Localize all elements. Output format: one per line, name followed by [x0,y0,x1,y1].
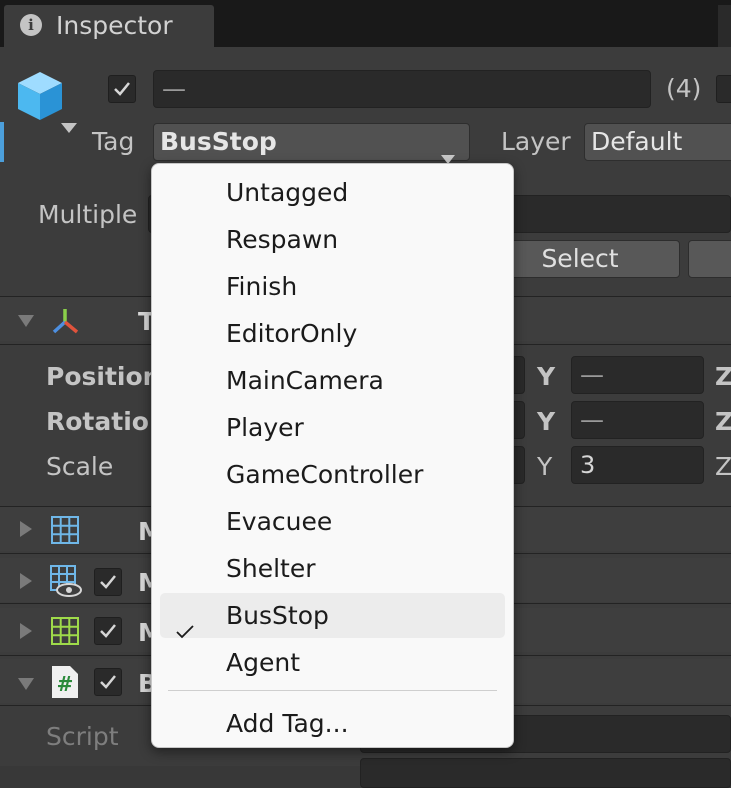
position-z-label[interactable]: Z [715,362,731,391]
tag-menu-item-gamecontroller[interactable]: GameController [160,452,505,497]
svg-text:#: # [57,672,74,696]
tag-menu-add-tag[interactable]: Add Tag... [160,701,505,746]
rotation-y-input[interactable]: — [571,401,704,439]
select-button-label: Select [541,244,619,273]
mesh-renderer-enabled-checkbox[interactable] [94,568,122,596]
scale-z-label[interactable]: Z [715,452,731,481]
rotation-z-label[interactable]: Z [715,407,731,436]
csharp-script-icon: # [52,666,78,702]
tag-menu-item-player[interactable]: Player [160,405,505,450]
transform-expand-icon[interactable] [18,315,34,327]
tag-menu-item-label: EditorOnly [226,319,358,348]
tag-menu-item-label: GameController [226,460,424,489]
tag-label: Tag [92,127,135,156]
tag-menu-item-label: MainCamera [226,366,384,395]
tag-menu-item-label: Shelter [226,554,316,583]
rotation-y-label[interactable]: Y [537,407,555,436]
layer-dropdown[interactable]: Default [584,123,731,161]
tag-dropdown[interactable]: BusStop [153,123,470,164]
multiple-label: Multiple [38,200,138,229]
script-enabled-checkbox[interactable] [94,668,122,696]
add-tag-label: Add Tag... [226,709,349,738]
window-menu-tab[interactable] [718,5,731,47]
tag-menu-item-respawn[interactable]: Respawn [160,217,505,262]
selection-accent-bar [0,122,4,162]
tag-menu-separator [168,690,497,691]
tag-menu-item-maincamera[interactable]: MainCamera [160,358,505,403]
mesh-grid-icon [50,515,80,549]
mesh-collider-enabled-checkbox[interactable] [94,617,122,645]
transform-axes-icon [50,306,80,340]
tag-menu-item-label: Evacuee [226,507,333,536]
info-icon: i [20,14,42,36]
position-y-input[interactable]: — [571,356,704,394]
tag-menu-item-evacuee[interactable]: Evacuee [160,499,505,544]
mesh-renderer-expand-icon[interactable] [20,573,32,589]
mesh-collider-grid-icon [50,616,80,650]
rotation-y-value: — [580,406,604,434]
tag-menu-item-label: BusStop [226,601,329,630]
tag-menu-item-agent[interactable]: Agent [160,640,505,685]
layer-dropdown-value: Default [591,127,683,156]
icon-dropdown-arrow-icon[interactable] [61,118,77,137]
mesh-filter-expand-icon[interactable] [20,521,32,537]
scale-y-label[interactable]: Y [537,452,552,481]
tag-dropdown-menu: Untagged Respawn Finish EditorOnly MainC… [151,163,514,748]
script-label: Script [46,722,119,751]
tag-menu-item-busstop[interactable]: BusStop [160,593,505,639]
scale-y-value: 3 [580,451,596,479]
name-input[interactable]: — [153,70,651,108]
rotation-label[interactable]: Rotation [46,407,167,436]
tab-inspector-label: Inspector [56,11,173,40]
overrides-button[interactable] [688,240,731,278]
mesh-renderer-eye-icon [49,564,83,602]
script-component-expand-icon[interactable] [18,678,34,690]
tag-menu-item-label: Agent [226,648,300,677]
next-field[interactable] [360,758,731,788]
active-checkbox[interactable] [108,75,136,103]
position-label[interactable]: Position [46,362,160,391]
static-checkbox[interactable] [716,75,731,103]
tag-dropdown-value: BusStop [160,127,277,156]
tag-menu-item-label: Respawn [226,225,339,254]
position-y-label[interactable]: Y [537,362,555,391]
scale-y-input[interactable]: 3 [571,446,704,484]
layer-label: Layer [501,127,571,156]
scale-label[interactable]: Scale [46,452,113,481]
tag-menu-item-label: Untagged [226,178,349,207]
tag-menu-item-label: Player [226,413,304,442]
tag-menu-item-editoronly[interactable]: EditorOnly [160,311,505,356]
gameobject-cube-icon[interactable] [14,68,66,124]
tag-menu-item-label: Finish [226,272,298,301]
name-value: — [162,75,186,103]
selection-count: (4) [666,74,702,103]
tag-menu-item-untagged[interactable]: Untagged [160,170,505,215]
mesh-collider-expand-icon[interactable] [20,623,32,639]
position-y-value: — [580,361,604,389]
tag-menu-item-finish[interactable]: Finish [160,264,505,309]
tag-menu-item-shelter[interactable]: Shelter [160,546,505,591]
